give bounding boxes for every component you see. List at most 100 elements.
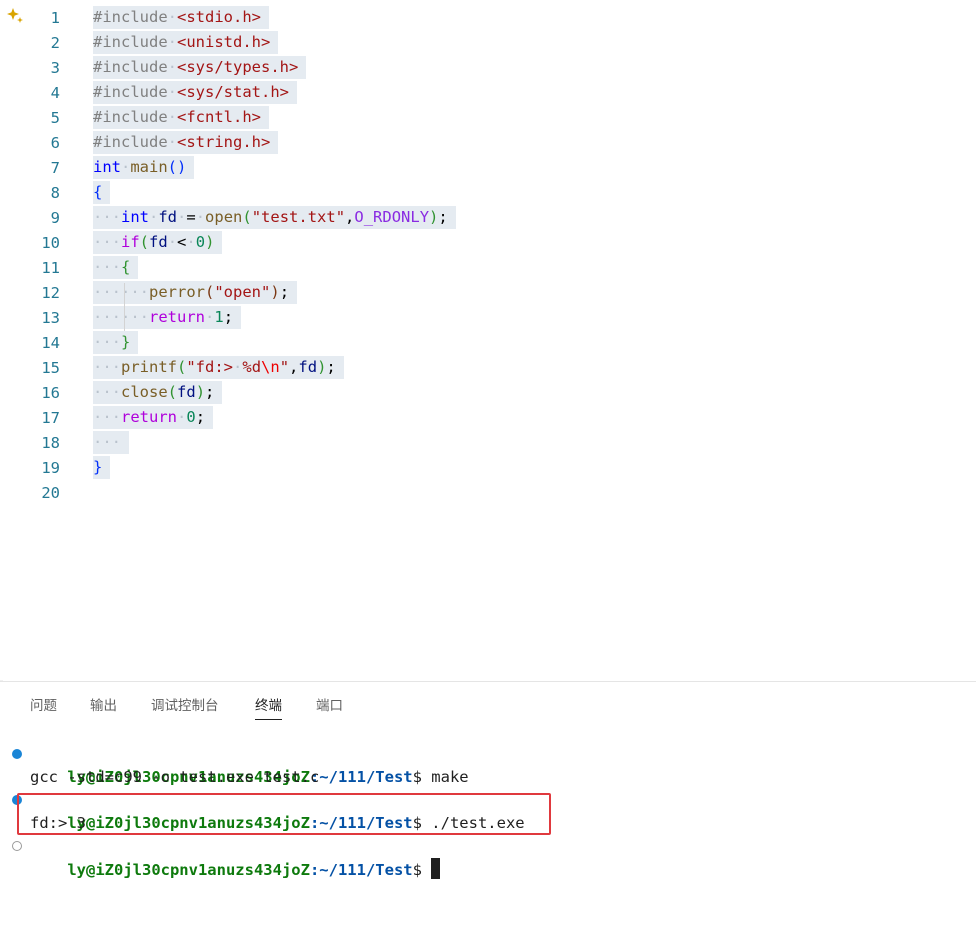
code-token: (: [167, 383, 178, 401]
code-token: ·: [167, 133, 177, 151]
code-text: ······return·1;: [93, 306, 242, 329]
terminal-input[interactable]: [422, 861, 431, 879]
line-number: 7: [50, 159, 60, 177]
code-token: }: [93, 458, 103, 476]
line-number: 16: [41, 384, 60, 402]
code-token: <sys/types.h>: [177, 58, 299, 76]
line-number: 15: [41, 359, 60, 377]
line-number: 8: [50, 184, 60, 202]
code-token: O_RDONLY: [354, 208, 430, 226]
code-token: {: [121, 258, 131, 276]
tab-terminal[interactable]: 终端: [255, 696, 282, 720]
tab-debug-console[interactable]: 调试控制台: [151, 696, 219, 720]
code-token: printf: [121, 358, 177, 376]
code-line[interactable]: 12 ······perror("open");: [0, 281, 976, 306]
code-token: ;: [223, 308, 234, 326]
code-token: ·: [186, 233, 196, 251]
line-number: 19: [41, 459, 60, 477]
code-token: ···: [93, 433, 121, 451]
line-number: 12: [41, 284, 60, 302]
code-token: ···: [93, 233, 121, 251]
code-editor[interactable]: 1 #include·<stdio.h> 2 #include·<unistd.h> 3…: [0, 0, 976, 680]
terminal-cursor: [431, 858, 441, 879]
code-token: ): [317, 358, 327, 376]
code-token: if: [121, 233, 140, 251]
code-token: ;: [279, 283, 290, 301]
tab-problems[interactable]: 问题: [30, 696, 57, 720]
code-token: \n: [261, 358, 280, 376]
code-token: #include: [93, 8, 168, 26]
code-line[interactable]: 17 ···return·0;: [0, 406, 976, 431]
code-line[interactable]: 1 #include·<stdio.h>: [0, 6, 976, 31]
code-token: ·: [167, 33, 177, 51]
code-token: <unistd.h>: [177, 33, 271, 51]
code-token: "fd:>: [186, 358, 234, 376]
line-number: 6: [50, 134, 60, 152]
code-text: ···{: [93, 256, 139, 279]
code-token: =: [186, 208, 196, 226]
code-token: ): [205, 233, 215, 251]
code-token: ···: [93, 383, 121, 401]
code-token: ···: [93, 358, 121, 376]
code-line[interactable]: 13 ······return·1;: [0, 306, 976, 331]
code-line[interactable]: 7 int·main(): [0, 156, 976, 181]
highlight-annotation-box: [17, 793, 551, 835]
terminal-line: ly@iZ0jl30cpnv1anuzs434joZ:~/111/Test$: [30, 835, 441, 879]
code-token: ,: [345, 208, 355, 226]
terminal-output: gcc -std=c99 -o test.exe test.c: [30, 768, 320, 786]
indent-guide: [124, 283, 125, 331]
code-line[interactable]: 9 ···int·fd·=·open("test.txt",O_RDONLY);: [0, 206, 976, 231]
tab-output[interactable]: 输出: [90, 696, 117, 720]
code-line[interactable]: 15 ···printf("fd:>·%d\n",fd);: [0, 356, 976, 381]
line-number: 5: [50, 109, 60, 127]
line-number: 1: [50, 9, 60, 27]
code-text: #include·<sys/stat.h>: [93, 81, 297, 104]
line-number: 4: [50, 84, 60, 102]
code-line[interactable]: 4 #include·<sys/stat.h>: [0, 81, 976, 106]
code-token: ;: [205, 383, 215, 401]
code-token: int: [121, 208, 149, 226]
tab-ports[interactable]: 端口: [316, 696, 343, 720]
command-success-icon[interactable]: [12, 749, 22, 759]
code-line[interactable]: 14 ···}: [0, 331, 976, 356]
code-token: (: [242, 208, 252, 226]
code-line[interactable]: 5 #include·<fcntl.h>: [0, 106, 976, 131]
code-line[interactable]: 18 ···: [0, 431, 976, 456]
terminal-line: ly@iZ0jl30cpnv1anuzs434joZ:~/111/Test$ m…: [30, 743, 468, 786]
code-token: ·: [205, 308, 215, 326]
code-line[interactable]: 11 ···{: [0, 256, 976, 281]
code-token: int: [93, 158, 121, 176]
line-number: 9: [50, 209, 60, 227]
code-token: fd: [298, 358, 318, 376]
code-text: ···int·fd·=·open("test.txt",O_RDONLY);: [93, 206, 456, 229]
code-text: ···}: [93, 331, 139, 354]
code-token: #include: [93, 33, 168, 51]
code-line[interactable]: 19}: [0, 456, 976, 481]
code-text: #include·<unistd.h>: [93, 31, 279, 54]
code-line[interactable]: 6 #include·<string.h>: [0, 131, 976, 156]
code-line[interactable]: 2 #include·<unistd.h>: [0, 31, 976, 56]
code-token: ···: [93, 258, 121, 276]
code-token: ·: [167, 58, 177, 76]
code-token: ·: [177, 208, 187, 226]
code-text: ···close(fd);: [93, 381, 223, 404]
code-token: (: [139, 233, 150, 251]
code-token: (): [167, 158, 187, 176]
code-line[interactable]: 3 #include·<sys/types.h>: [0, 56, 976, 81]
code-token: (: [205, 283, 215, 301]
code-token: #include: [93, 108, 168, 126]
code-token: %d: [242, 358, 262, 376]
code-token: ·: [121, 158, 131, 176]
code-token: ): [270, 283, 280, 301]
command-pending-icon: [12, 841, 22, 851]
code-token: #include: [93, 58, 168, 76]
prompt-symbol: $: [412, 861, 422, 879]
code-token: "open": [214, 283, 271, 301]
code-token: <: [177, 233, 187, 251]
code-text: #include·<fcntl.h>: [93, 106, 269, 129]
code-line[interactable]: 8{: [0, 181, 976, 206]
code-line[interactable]: 16 ···close(fd);: [0, 381, 976, 406]
code-token: ;: [195, 408, 206, 426]
code-line[interactable]: 20: [0, 481, 976, 506]
code-line[interactable]: 10 ···if(fd·<·0): [0, 231, 976, 256]
